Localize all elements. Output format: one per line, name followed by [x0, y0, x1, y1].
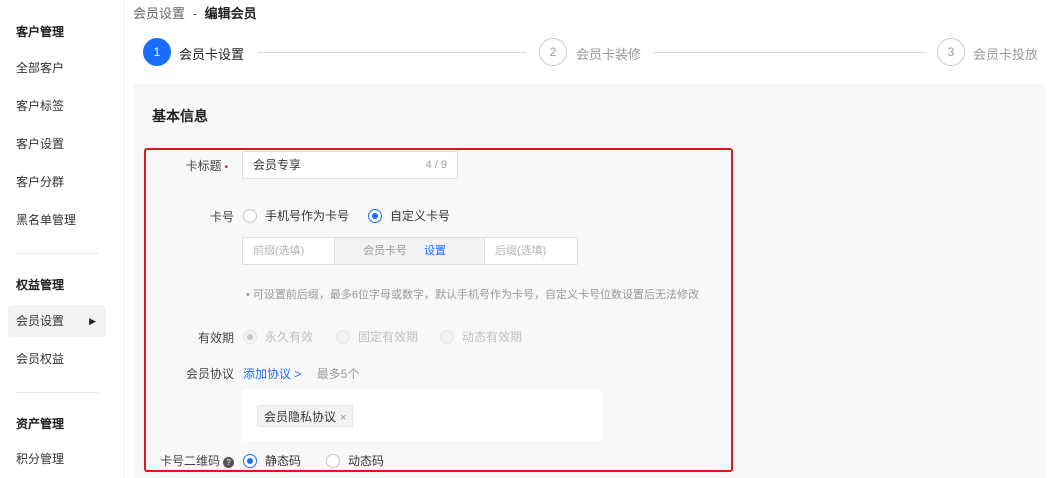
highlight-box [144, 148, 733, 472]
step-1-label: 会员卡设置 [179, 47, 245, 62]
step-2-label: 会员卡装修 [576, 47, 642, 62]
sidebar-item-customer-tags[interactable]: 客户标签 [8, 90, 106, 122]
sidebar-item-points[interactable]: 积分管理 [8, 443, 106, 475]
breadcrumb-current: 编辑会员 [204, 6, 257, 21]
sidebar-item-all-customers[interactable]: 全部客户 [8, 52, 106, 84]
step-connector [653, 52, 925, 53]
breadcrumb-parent[interactable]: 会员设置 [133, 6, 185, 21]
breadcrumb-separator: - [192, 6, 197, 21]
stepper: 1 会员卡设置 2 会员卡装修 3 会员卡投放 [143, 38, 1038, 66]
sidebar-group-title: 客户管理 [16, 25, 65, 39]
sidebar-divider [16, 392, 98, 393]
sidebar-divider [16, 253, 98, 254]
sidebar-item-member-benefits[interactable]: 会员权益 [8, 343, 106, 375]
sidebar-item-label: 会员设置 [16, 314, 65, 328]
step-1-circle: 1 [143, 38, 171, 66]
caret-right-icon: ▶ [89, 316, 96, 326]
step-2-circle: 2 [539, 38, 567, 66]
breadcrumb: 会员设置 - 编辑会员 [133, 3, 257, 22]
step-3-label: 会员卡投放 [973, 47, 1039, 62]
sidebar-item-customer-settings[interactable]: 客户设置 [8, 128, 106, 160]
sidebar-item-member-settings[interactable]: 会员设置 ▶ [8, 305, 106, 337]
sidebar-group-title: 权益管理 [16, 278, 65, 292]
step-3-circle: 3 [937, 38, 965, 66]
section-title: 基本信息 [152, 108, 208, 124]
sidebar: 客户管理 全部客户 客户标签 客户设置 客户分群 黑名单管理 权益管理 会员设置… [0, 0, 124, 478]
step-connector [258, 52, 526, 53]
sidebar-item-blacklist[interactable]: 黑名单管理 [8, 204, 106, 236]
sidebar-group-title: 资产管理 [16, 417, 65, 431]
sidebar-item-customer-segments[interactable]: 客户分群 [8, 166, 106, 198]
